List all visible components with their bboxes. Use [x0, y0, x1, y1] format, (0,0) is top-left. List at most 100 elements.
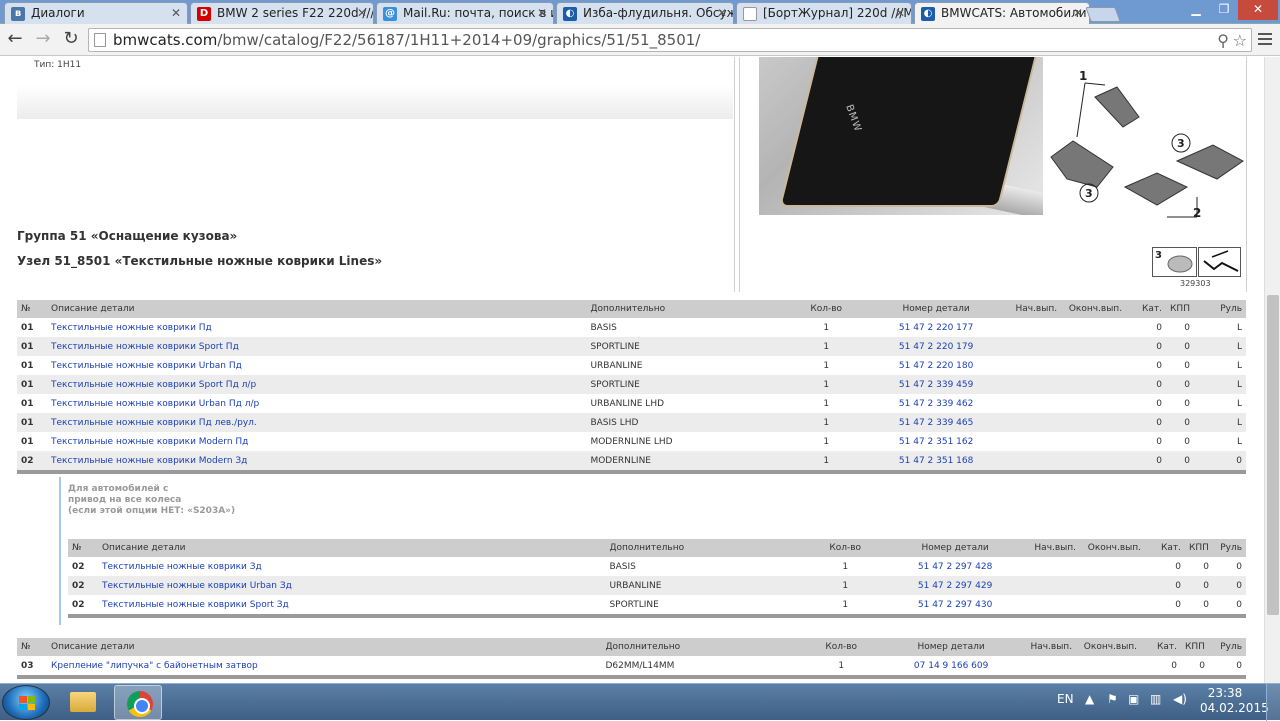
part-number[interactable]: 51 47 2 339 462 — [866, 394, 1007, 413]
bookmark-star-icon[interactable]: ☆ — [1233, 30, 1247, 52]
table-header-row: № Описание детали Дополнительно Кол-во Номер… — [17, 638, 1246, 656]
part-description[interactable]: Текстильные ножные коврики Urban Пд — [46, 356, 587, 375]
production-end — [1080, 595, 1146, 614]
new-tab-button[interactable] — [1085, 7, 1121, 22]
category: 0 — [1145, 576, 1185, 595]
tab-title: Диалоги — [31, 6, 85, 20]
flag-icon[interactable]: ⚑ — [1107, 692, 1118, 706]
part-number[interactable]: 51 47 2 351 162 — [866, 432, 1007, 451]
maximize-button[interactable]: ❐ — [1210, 0, 1238, 20]
part-description[interactable]: Текстильные ножные коврики Sport Зд — [97, 595, 606, 614]
browser-tab-active[interactable]: ◐ BMWCATS: Автомобили ✕ — [914, 2, 1090, 24]
back-arrow-icon[interactable]: ← — [4, 29, 26, 51]
table-row[interactable]: 03 Крепление "липучка" с байонетным затво… — [17, 656, 1246, 675]
part-description[interactable]: Текстильные ножные коврики Sport Пд л/р — [46, 375, 587, 394]
column-header: № — [68, 539, 98, 557]
menu-icon[interactable] — [1258, 33, 1272, 45]
browser-tab[interactable]: @ Mail.Ru: почта, поиск в и ✕ — [376, 2, 554, 24]
close-window-button[interactable]: ✕ — [1238, 0, 1278, 20]
category: 0 — [1126, 394, 1167, 413]
part-number[interactable]: 51 47 2 297 429 — [885, 576, 1026, 595]
part-description[interactable]: Текстильные ножные коврики Зд — [97, 557, 606, 576]
column-header: Дополнительно — [605, 539, 806, 557]
table-row[interactable]: 01 Текстильные ножные коврики Пд BASIS 1 51 … — [17, 318, 1246, 337]
divider — [739, 57, 740, 292]
part-description[interactable]: Текстильные ножные коврики Пд — [46, 318, 587, 337]
part-number[interactable]: 51 47 2 220 180 — [866, 356, 1007, 375]
close-icon[interactable]: ✕ — [537, 6, 547, 20]
page-icon — [94, 33, 106, 47]
language-indicator[interactable]: EN — [1057, 692, 1074, 706]
part-number[interactable]: 51 47 2 339 459 — [866, 375, 1007, 394]
table-row[interactable]: 01 Текстильные ножные коврики Пд лев./рул… — [17, 413, 1246, 432]
column-header: Оконч.вып. — [1080, 539, 1146, 557]
address-bar[interactable]: bmwcats.com/bmw/catalog/F22/56187/1H11+2… — [88, 28, 1252, 52]
close-icon[interactable]: ✕ — [1073, 6, 1083, 20]
column-header: Кол-во — [786, 300, 867, 318]
reload-icon[interactable]: ↻ — [60, 29, 82, 51]
taskbar-chrome-button[interactable] — [114, 685, 162, 720]
category: 0 — [1126, 356, 1167, 375]
browser-tab[interactable]: D BMW 2 series F22 220d /// ✕ — [190, 2, 374, 24]
illustration-thumbnails[interactable]: 3 — [1152, 247, 1242, 277]
volume-icon[interactable]: ◀) — [1173, 692, 1187, 706]
production-start — [1006, 375, 1062, 394]
parts-diagram[interactable]: 1 2 3 3 — [1047, 57, 1245, 227]
product-photo[interactable]: BMW — [759, 57, 1043, 215]
table-row[interactable]: 01 Текстильные ножные коврики Urban Пд URB… — [17, 356, 1246, 375]
divider — [734, 57, 735, 292]
part-description[interactable]: Текстильные ножные коврики Urban Зд — [97, 576, 606, 595]
part-variant: URBANLINE — [586, 356, 787, 375]
start-button[interactable] — [2, 685, 50, 720]
close-icon[interactable]: ✕ — [357, 6, 367, 20]
minimize-button[interactable]: ▁ — [1182, 0, 1210, 20]
part-description[interactable]: Текстильные ножные коврики Urban Пд л/р — [46, 394, 587, 413]
browser-tab[interactable]: ◐ Изба-флудильня. Обсуж ✕ — [556, 2, 734, 24]
steering: L — [1193, 375, 1246, 394]
system-clock[interactable]: 23:38 04.02.2015 — [1200, 686, 1269, 716]
table-row[interactable]: 01 Текстильные ножные коврики Sport Пд л/… — [17, 375, 1246, 394]
part-description[interactable]: Текстильные ножные коврики Пд лев./рул. — [46, 413, 587, 432]
gearbox: 0 — [1181, 656, 1209, 675]
table-row[interactable]: 02 Текстильные ножные коврики Modern Зд MO… — [17, 451, 1246, 470]
table-row[interactable]: 01 Текстильные ножные коврики Urban Пд л/… — [17, 394, 1246, 413]
part-number[interactable]: 51 47 2 297 430 — [885, 595, 1026, 614]
forward-arrow-icon[interactable]: → — [32, 29, 54, 51]
show-desktop-button[interactable] — [1266, 684, 1280, 721]
browser-tab[interactable]: [БортЖурнал] 220d ///M ✕ — [736, 2, 912, 24]
part-number[interactable]: 51 47 2 297 428 — [885, 557, 1026, 576]
part-description[interactable]: Текстильные ножные коврики Modern Пд — [46, 432, 587, 451]
table-row[interactable]: 02 Текстильные ножные коврики Зд BASIS 1 51 … — [68, 557, 1246, 576]
part-description[interactable]: Текстильные ножные коврики Sport Пд — [46, 337, 587, 356]
table-row[interactable]: 01 Текстильные ножные коврики Sport Пд SPO… — [17, 337, 1246, 356]
production-start — [1006, 318, 1062, 337]
search-icon[interactable]: ⚲ — [1217, 30, 1229, 52]
part-description[interactable]: Текстильные ножные коврики Modern Зд — [46, 451, 587, 470]
page-scrollbar[interactable] — [1264, 57, 1280, 683]
part-number[interactable]: 51 47 2 339 465 — [866, 413, 1007, 432]
position-number: 03 — [17, 656, 47, 675]
part-number[interactable]: 07 14 9 166 609 — [881, 656, 1022, 675]
gearbox: 0 — [1166, 432, 1194, 451]
browser-tab[interactable]: в Диалоги ✕ — [4, 2, 188, 24]
close-icon[interactable]: ✕ — [895, 6, 905, 20]
part-description[interactable]: Крепление "липучка" с байонетным затвор — [46, 656, 602, 675]
table-row[interactable]: 01 Текстильные ножные коврики Modern Пд MO… — [17, 432, 1246, 451]
close-icon[interactable]: ✕ — [717, 6, 727, 20]
scrollbar-thumb[interactable] — [1267, 295, 1279, 615]
bmw-icon: ◐ — [921, 7, 935, 21]
table-row[interactable]: 02 Текстильные ножные коврики Sport Зд SPO… — [68, 595, 1246, 614]
tray-arrow-icon[interactable]: ▲ — [1085, 692, 1094, 706]
diagram-label: 3 — [1085, 187, 1093, 200]
part-number[interactable]: 51 47 2 220 177 — [866, 318, 1007, 337]
node-title: Узел 51_8501 «Текстильные ножные коврики… — [17, 254, 383, 268]
close-icon[interactable]: ✕ — [171, 6, 181, 20]
tray-app-icon[interactable]: ▣ — [1128, 692, 1139, 706]
taskbar-explorer-button[interactable] — [58, 685, 106, 720]
table-row[interactable]: 02 Текстильные ножные коврики Urban Зд URB… — [68, 576, 1246, 595]
column-header: Кол-во — [805, 539, 886, 557]
part-number[interactable]: 51 47 2 351 168 — [866, 451, 1007, 470]
position-number: 01 — [17, 394, 47, 413]
network-icon[interactable]: ▥ — [1150, 692, 1161, 706]
part-number[interactable]: 51 47 2 220 179 — [866, 337, 1007, 356]
